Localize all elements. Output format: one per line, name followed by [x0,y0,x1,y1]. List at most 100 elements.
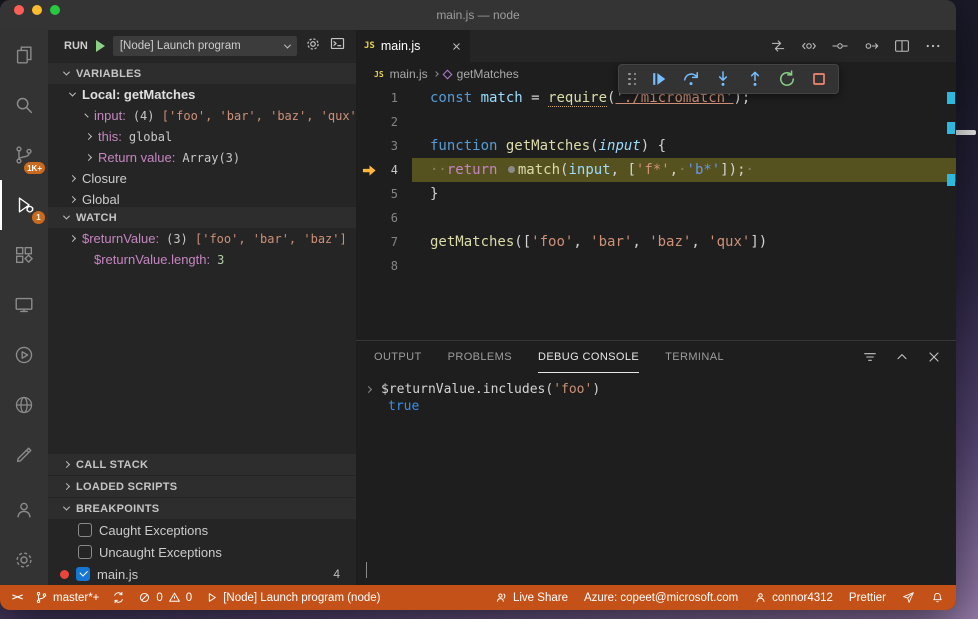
vscode-window: main.js — node 1K+ 1 RUN [Node] Launch p… [0,0,956,610]
code-line-5[interactable]: 5 } [356,182,956,206]
watch-row[interactable]: $returnValue.length: 3 [48,249,356,270]
section-header-variables[interactable]: VARIABLES [48,62,356,84]
more-actions-icon[interactable] [924,37,942,55]
tab-output[interactable]: OUTPUT [374,341,422,373]
debug-console[interactable]: $returnValue.includes('foo') true [356,373,956,585]
variable-row-this[interactable]: this: global [48,126,356,147]
section-label: LOADED SCRIPTS [76,480,178,493]
tab-problems[interactable]: PROBLEMS [448,341,512,373]
step-into-button[interactable] [713,69,733,89]
variable-value: global [128,129,173,144]
stop-button[interactable] [809,69,829,89]
bottom-panel: OUTPUT PROBLEMS DEBUG CONSOLE TERMINAL $… [356,340,956,585]
source-control-icon[interactable]: 1K+ [0,130,48,180]
code-line-8[interactable]: 8 [356,254,956,278]
debug-sidebar: RUN [Node] Launch program VARIABLES Loca… [48,30,356,585]
collapse-panel-icon[interactable] [894,349,910,365]
section-header-call-stack[interactable]: CALL STACK [48,453,356,475]
section-header-loaded-scripts[interactable]: LOADED SCRIPTS [48,475,356,497]
minimize-window-button[interactable] [32,5,42,15]
account-item[interactable]: connor4312 [754,591,833,604]
step-out-button[interactable] [745,69,765,89]
code-line-2[interactable]: 2 [356,110,956,134]
code-line-7[interactable]: 7 getMatches(['foo', 'bar', 'baz', 'qux'… [356,230,956,254]
azure-account-item[interactable]: Azure: copeet@microsoft.com [584,592,738,604]
accounts-icon[interactable] [0,485,48,535]
play-icon [209,593,216,602]
section-header-breakpoints[interactable]: BREAKPOINTS [48,497,356,519]
scope-row-global[interactable]: Global [48,189,356,206]
git-branch-item[interactable]: master*+ [35,591,99,604]
remote-indicator[interactable]: >< [12,592,23,603]
angle-circle-icon[interactable] [800,37,818,55]
status-bar: >< master*+ 0 0 [Node] Launch program (n… [0,585,956,610]
restart-button[interactable] [777,69,797,89]
checkbox-unchecked[interactable] [78,523,92,537]
breakpoint-row-uncaught[interactable]: Uncaught Exceptions [48,541,356,563]
dash-circle-icon[interactable] [831,37,849,55]
run-debug-icon[interactable]: 1 [0,180,48,230]
tab-terminal[interactable]: TERMINAL [665,341,724,373]
close-tab-icon[interactable] [451,41,462,52]
live-share-item[interactable]: Live Share [495,591,568,604]
line-number: 7 [390,235,398,249]
line-number: 5 [390,187,398,201]
variable-row-input[interactable]: input: (4) ['foo', 'bar', 'baz', 'qux'] [48,105,356,126]
problems-item[interactable]: 0 0 [138,591,192,604]
start-debugging-button[interactable] [95,40,105,52]
drag-grip-icon[interactable] [628,72,637,86]
formatter-item[interactable]: Prettier [849,592,886,604]
continue-button[interactable] [649,69,669,89]
code-area[interactable]: 1 const match = require('./micromatch');… [356,86,956,278]
breadcrumb-file[interactable]: main.js [390,67,428,81]
code-line-6[interactable]: 6 [356,206,956,230]
globe-icon[interactable] [0,380,48,430]
checkbox-unchecked[interactable] [78,545,92,559]
breakpoint-row-caught[interactable]: Caught Exceptions [48,519,356,541]
settings-gear-icon[interactable] [0,535,48,585]
console-input-prompt[interactable] [366,562,367,578]
filter-icon[interactable] [862,349,878,365]
scope-row[interactable]: Local: getMatches [48,84,356,105]
run-circle-icon[interactable] [0,330,48,380]
checkbox-checked[interactable] [76,567,90,581]
zoom-window-button[interactable] [50,5,60,15]
close-panel-icon[interactable] [926,349,942,365]
swap-icon[interactable] [769,37,787,55]
debug-target-item[interactable]: [Node] Launch program (node) [205,591,380,604]
scope-label: Local: getMatches [82,87,196,102]
tab-debug-console[interactable]: DEBUG CONSOLE [537,341,640,373]
overview-ruler-mark [947,174,955,186]
explorer-icon[interactable] [0,30,48,80]
configure-gear-icon[interactable] [305,36,321,57]
breadcrumb-symbol[interactable]: getMatches [457,67,519,81]
scope-row-closure[interactable]: Closure [48,168,356,189]
circle-arrow-icon[interactable] [862,37,880,55]
search-icon[interactable] [0,80,48,130]
debug-stackframe-arrow-icon [362,165,376,176]
debug-console-icon[interactable] [329,35,346,57]
notifications-item[interactable] [931,591,944,604]
breakpoint-row-file[interactable]: main.js 4 [48,563,356,585]
remote-explorer-icon[interactable] [0,280,48,330]
extensions-icon[interactable] [0,230,48,280]
launch-config-select[interactable]: [Node] Launch program [112,36,297,56]
watch-row[interactable]: $returnValue: (3) ['foo', 'bar', 'baz'] [48,228,356,249]
code-line-4-current[interactable]: 4 ··return match(input, ['f*',·'b*']);· [356,158,956,182]
live-share-icon [496,593,506,602]
variable-row-return[interactable]: Return value: Array(3) [48,147,356,168]
tab-main-js[interactable]: JS main.js [356,30,470,62]
code-line-3[interactable]: 3 function getMatches(input) { [356,134,956,158]
chevron-right-icon [68,195,77,204]
live-share-label: Live Share [512,591,568,604]
sync-button[interactable] [112,591,125,604]
inline-breakpoint-dot-icon[interactable] [507,165,515,173]
step-over-button[interactable] [681,69,701,89]
split-editor-icon[interactable] [893,37,911,55]
close-window-button[interactable] [14,5,24,15]
section-header-watch[interactable]: WATCH [48,206,356,228]
watch-value: 3 [217,252,225,267]
feedback-item[interactable] [902,591,915,604]
pencil-icon[interactable] [0,430,48,480]
